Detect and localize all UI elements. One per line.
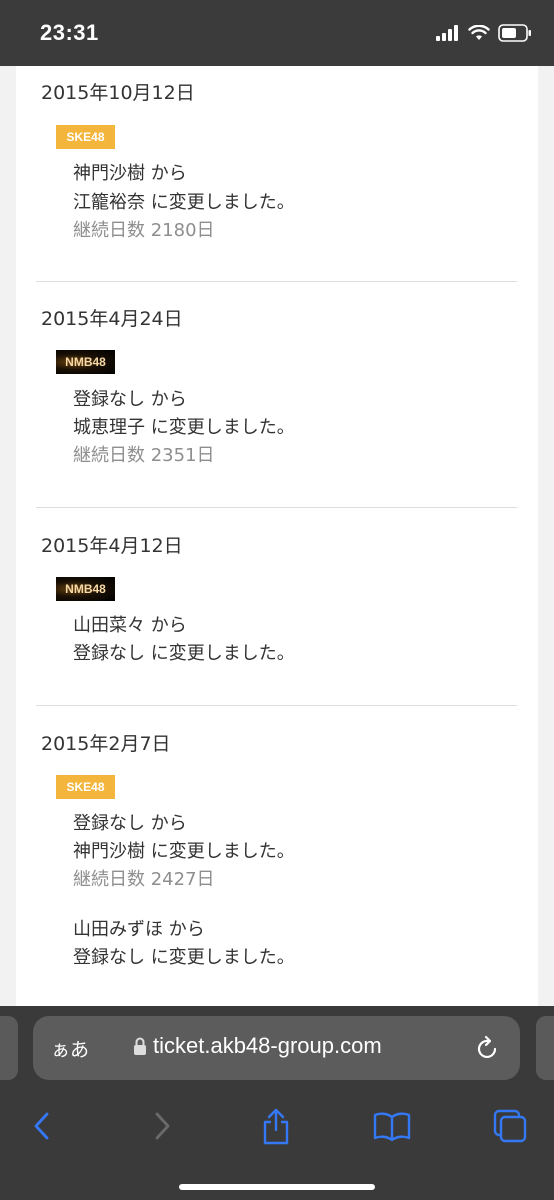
status-icons [436, 22, 532, 44]
next-tab-peek[interactable] [536, 1016, 554, 1080]
change-to-text: 城恵理子 に変更しました。 [73, 417, 295, 438]
team-badge-nmb48: NMB48 [56, 350, 115, 374]
change-to-text: 江籠裕奈 に変更しました。 [73, 192, 295, 213]
url-text[interactable]: ticket.akb48-group.com [153, 1033, 382, 1059]
web-page: 2015年10月12日 SKE48 神門沙樹 から 江籠裕奈 に変更しました。 … [0, 66, 554, 1006]
divider [36, 705, 517, 706]
duration-text: 継続日数 2351日 [73, 445, 215, 466]
home-indicator[interactable] [179, 1184, 375, 1190]
history-list: 2015年10月12日 SKE48 神門沙樹 から 江籠裕奈 に変更しました。 … [16, 66, 538, 1006]
address-bar[interactable]: ぁあ ticket.akb48-group.com [33, 1016, 520, 1080]
change-from-text: 山田菜々 から [73, 615, 187, 636]
forward-icon [155, 1112, 170, 1140]
change-from-text: 登録なし から [73, 813, 187, 834]
divider [36, 281, 517, 282]
entry-date: 2015年10月12日 [41, 82, 195, 104]
share-icon [263, 1108, 289, 1145]
change-from-text: 神門沙樹 から [73, 163, 187, 184]
bookmarks-icon [373, 1112, 411, 1142]
tabs-icon [493, 1109, 527, 1143]
cellular-signal-icon [436, 25, 458, 41]
tabs-button[interactable] [488, 1104, 532, 1148]
wifi-icon [468, 25, 490, 40]
entry-date: 2015年4月24日 [41, 308, 183, 330]
change-to-text: 登録なし に変更しました。 [73, 947, 295, 968]
change-to-text: 神門沙樹 に変更しました。 [73, 841, 295, 862]
back-icon [34, 1112, 49, 1140]
duration-text: 継続日数 2180日 [73, 220, 215, 241]
forward-button[interactable] [140, 1104, 184, 1148]
status-bar: 23:31 [0, 0, 554, 66]
lock-icon [134, 1037, 146, 1055]
battery-icon [498, 24, 531, 42]
team-badge-ske48: SKE48 [56, 125, 115, 149]
team-badge-nmb48: NMB48 [56, 577, 115, 601]
reload-icon[interactable] [476, 1034, 500, 1060]
page-settings-button[interactable]: ぁあ [51, 1035, 89, 1062]
entry-date: 2015年4月12日 [41, 535, 183, 557]
change-from-text: 山田みずほ から [73, 919, 205, 940]
duration-text: 継続日数 2427日 [73, 869, 215, 890]
previous-tab-peek[interactable] [0, 1016, 18, 1080]
back-button[interactable] [20, 1104, 64, 1148]
share-button[interactable] [254, 1104, 298, 1148]
browser-bottom-bar: ぁあ ticket.akb48-group.com [0, 1006, 554, 1200]
divider [36, 507, 517, 508]
entry-date: 2015年2月7日 [41, 733, 171, 755]
change-from-text: 登録なし から [73, 389, 187, 410]
status-time: 23:31 [40, 20, 99, 45]
team-badge-ske48: SKE48 [56, 775, 115, 799]
change-to-text: 登録なし に変更しました。 [73, 643, 295, 664]
bookmarks-button[interactable] [370, 1104, 414, 1148]
